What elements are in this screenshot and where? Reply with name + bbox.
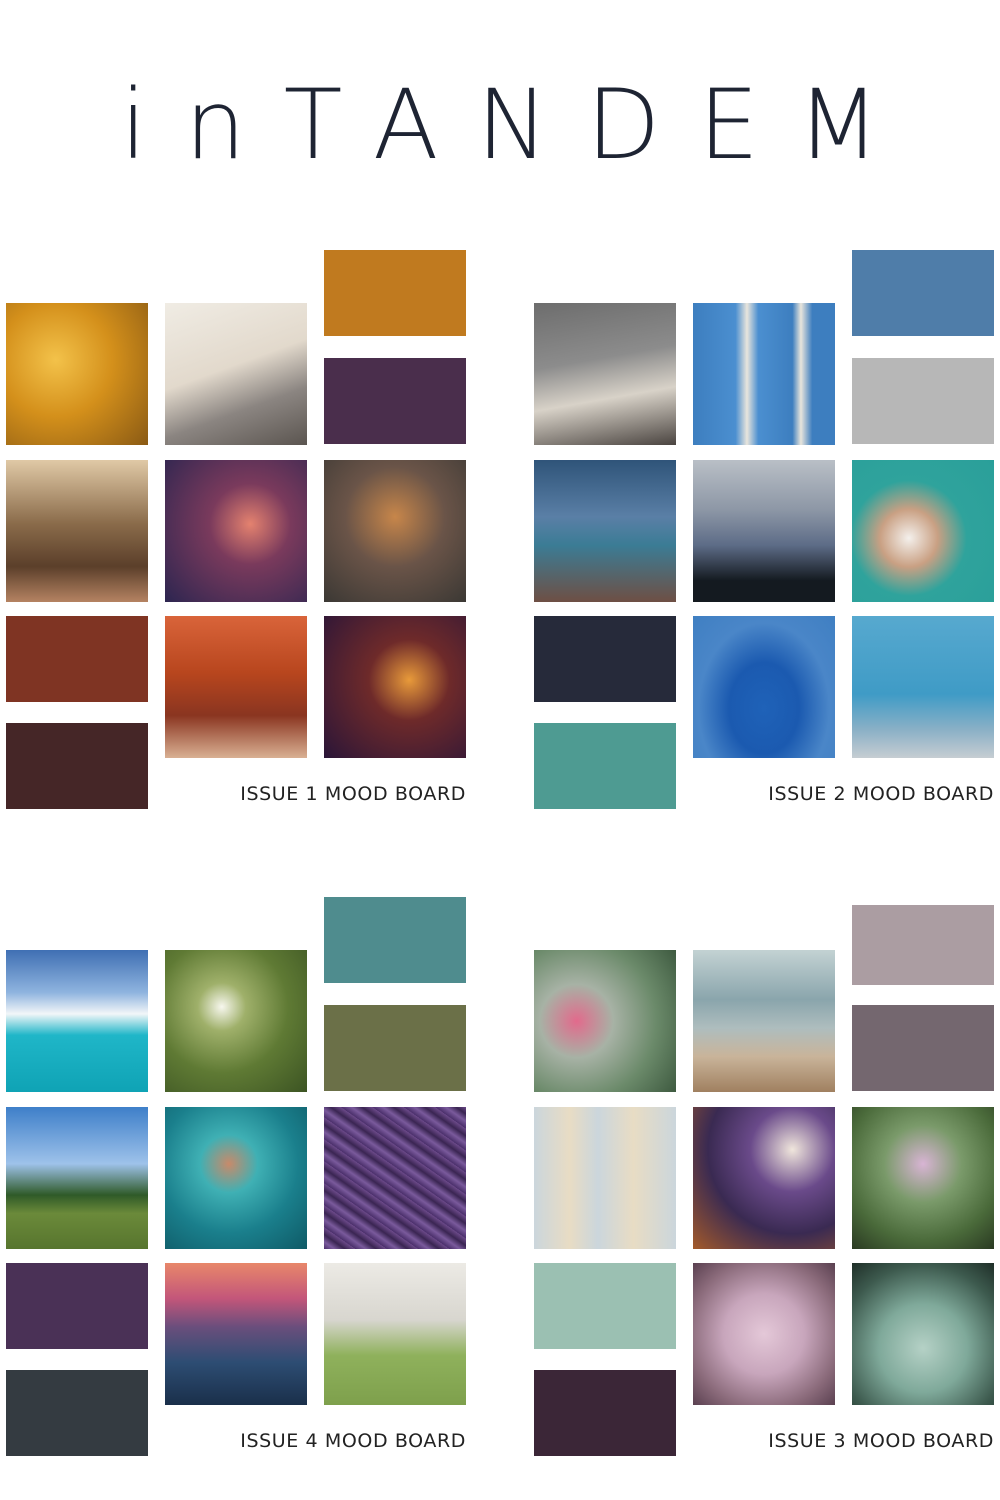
coffee-and-flowers-photo xyxy=(693,1107,835,1249)
mood-board: ISSUE 1 MOOD BOARD xyxy=(6,250,476,820)
color-swatch xyxy=(534,1370,676,1456)
mood-board-label: ISSUE 3 MOOD BOARD xyxy=(768,1430,994,1452)
falling-leaf-photo xyxy=(165,460,307,602)
sunset-mountains-photo xyxy=(165,1263,307,1405)
mood-board: ISSUE 3 MOOD BOARD xyxy=(534,897,1000,1467)
bokeh-leaves-photo xyxy=(324,616,466,758)
mood-board-label: ISSUE 4 MOOD BOARD xyxy=(240,1430,466,1452)
marshmallow-cocoa-photo xyxy=(852,460,994,602)
color-swatch xyxy=(324,897,466,983)
color-swatch xyxy=(324,358,466,444)
color-swatch xyxy=(534,1263,676,1349)
pink-zinnia-photo xyxy=(534,950,676,1092)
color-swatch xyxy=(6,1263,148,1349)
color-swatch xyxy=(6,1370,148,1456)
red-forest-photo xyxy=(165,616,307,758)
blue-mountains-photo xyxy=(534,460,676,602)
autumn-leaves-photo xyxy=(6,303,148,445)
mood-board: ISSUE 4 MOOD BOARD xyxy=(6,897,476,1467)
birch-branches-photo xyxy=(693,303,835,445)
coffee-and-book-photo xyxy=(165,303,307,445)
cherry-blossom-photo xyxy=(693,1263,835,1405)
color-swatch xyxy=(534,616,676,702)
woman-blue-sweater-photo xyxy=(693,616,835,758)
color-swatch xyxy=(852,905,994,985)
butterfly-photo xyxy=(165,1107,307,1249)
purple-petals-photo xyxy=(324,1107,466,1249)
mood-board-label: ISSUE 1 MOOD BOARD xyxy=(240,783,466,805)
ocean-wave-photo xyxy=(6,950,148,1092)
misty-mountain-photo xyxy=(693,950,835,1092)
forest-path-photo xyxy=(6,460,148,602)
chive-flowers-photo xyxy=(852,1107,994,1249)
color-swatch xyxy=(6,723,148,809)
blue-room-chair-photo xyxy=(852,616,994,758)
color-swatch xyxy=(852,250,994,336)
green-field-photo xyxy=(6,1107,148,1249)
page-title: inTANDEM xyxy=(120,69,918,181)
mood-board: ISSUE 2 MOOD BOARD xyxy=(534,250,1000,820)
color-swatch xyxy=(852,1005,994,1091)
color-swatch xyxy=(852,358,994,444)
dusty-miller-photo xyxy=(852,1263,994,1405)
macrame-woman-photo xyxy=(534,1107,676,1249)
color-swatch xyxy=(6,616,148,702)
mood-board-label: ISSUE 2 MOOD BOARD xyxy=(768,783,994,805)
cocoa-and-blanket-photo xyxy=(534,303,676,445)
leaf-toss-photo xyxy=(324,460,466,602)
color-swatch xyxy=(324,250,466,336)
color-swatch xyxy=(324,1005,466,1091)
misty-hills-photo xyxy=(693,460,835,602)
color-swatch xyxy=(534,723,676,809)
daisies-photo xyxy=(165,950,307,1092)
woman-knitting-photo xyxy=(324,1263,466,1405)
